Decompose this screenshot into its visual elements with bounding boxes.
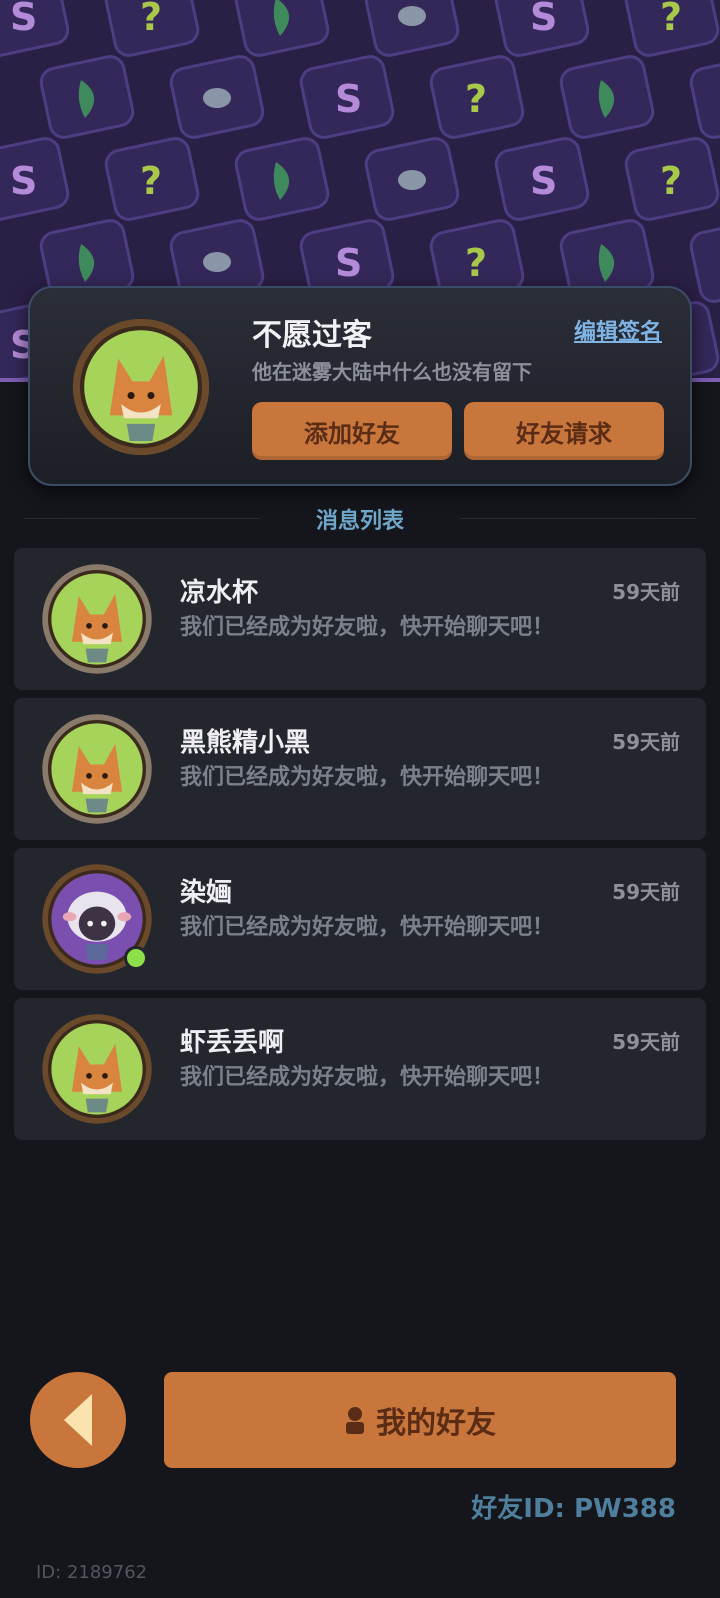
- message-time: 59天前: [612, 580, 680, 604]
- svg-text:?: ?: [660, 0, 682, 39]
- fox-avatar-icon: [40, 562, 154, 676]
- user-id: ID: 2189762: [36, 1562, 148, 1583]
- message-list: 凉水杯 59天前 我们已经成为好友啦，快开始聊天吧！ 黑熊精小黑 59天前 我们…: [14, 548, 706, 1148]
- profile-signature: 他在迷雾大陆中什么也没有留下: [252, 360, 532, 384]
- svg-text:?: ?: [465, 241, 487, 285]
- message-preview: 我们已经成为好友啦，快开始聊天吧！: [180, 915, 555, 940]
- svg-text:?: ?: [660, 159, 682, 203]
- message-time: 59天前: [612, 1030, 680, 1054]
- svg-text:S: S: [530, 159, 557, 203]
- person-icon: [346, 1407, 364, 1434]
- message-item[interactable]: 虾丢丢啊 59天前 我们已经成为好友啦，快开始聊天吧！: [14, 998, 706, 1140]
- message-preview: 我们已经成为好友啦，快开始聊天吧！: [180, 1065, 555, 1090]
- svg-text:S: S: [530, 0, 557, 39]
- message-item[interactable]: 染婳 59天前 我们已经成为好友啦，快开始聊天吧！: [14, 848, 706, 990]
- message-sender: 染婳: [180, 878, 233, 908]
- message-item[interactable]: 凉水杯 59天前 我们已经成为好友啦，快开始聊天吧！: [14, 548, 706, 690]
- back-arrow-icon: [64, 1394, 92, 1446]
- friend-request-button[interactable]: 好友请求: [464, 402, 664, 460]
- svg-text:?: ?: [140, 0, 162, 39]
- message-preview: 我们已经成为好友啦，快开始聊天吧！: [180, 765, 555, 790]
- profile-avatar-icon[interactable]: [70, 316, 212, 458]
- svg-text:?: ?: [140, 159, 162, 203]
- friends-page: S?S?S?S?S?S?S?S? 不愿过客 编辑签名 他在迷雾大陆中什么也没有留…: [0, 0, 720, 1598]
- my-friends-label: 我的好友: [376, 1406, 496, 1441]
- message-preview: 我们已经成为好友啦，快开始聊天吧！: [180, 615, 555, 640]
- message-sender: 黑熊精小黑: [180, 728, 311, 758]
- svg-text:?: ?: [465, 77, 487, 121]
- section-title: 消息列表: [315, 509, 404, 534]
- message-item[interactable]: 黑熊精小黑 59天前 我们已经成为好友啦，快开始聊天吧！: [14, 698, 706, 840]
- message-time: 59天前: [612, 730, 680, 754]
- message-sender: 凉水杯: [180, 578, 259, 608]
- fox-avatar-icon: [40, 1012, 154, 1126]
- message-sender: 虾丢丢啊: [180, 1028, 285, 1058]
- online-status-icon: [124, 946, 148, 970]
- profile-name: 不愿过客: [252, 318, 372, 353]
- svg-text:S: S: [10, 0, 37, 39]
- edit-signature-link[interactable]: 编辑签名: [574, 314, 662, 346]
- svg-text:S: S: [335, 77, 362, 121]
- profile-card: 不愿过客 编辑签名 他在迷雾大陆中什么也没有留下 添加好友 好友请求: [28, 286, 692, 486]
- svg-text:S: S: [335, 241, 362, 285]
- section-divider-right: [460, 518, 696, 519]
- add-friend-button[interactable]: 添加好友: [252, 402, 452, 460]
- message-time: 59天前: [612, 880, 680, 904]
- fox-avatar-icon: [40, 712, 154, 826]
- friend-id: 好友ID: PW388: [471, 1494, 676, 1524]
- my-friends-button[interactable]: 我的好友: [164, 1372, 676, 1468]
- back-button[interactable]: [30, 1372, 126, 1468]
- svg-text:S: S: [10, 159, 37, 203]
